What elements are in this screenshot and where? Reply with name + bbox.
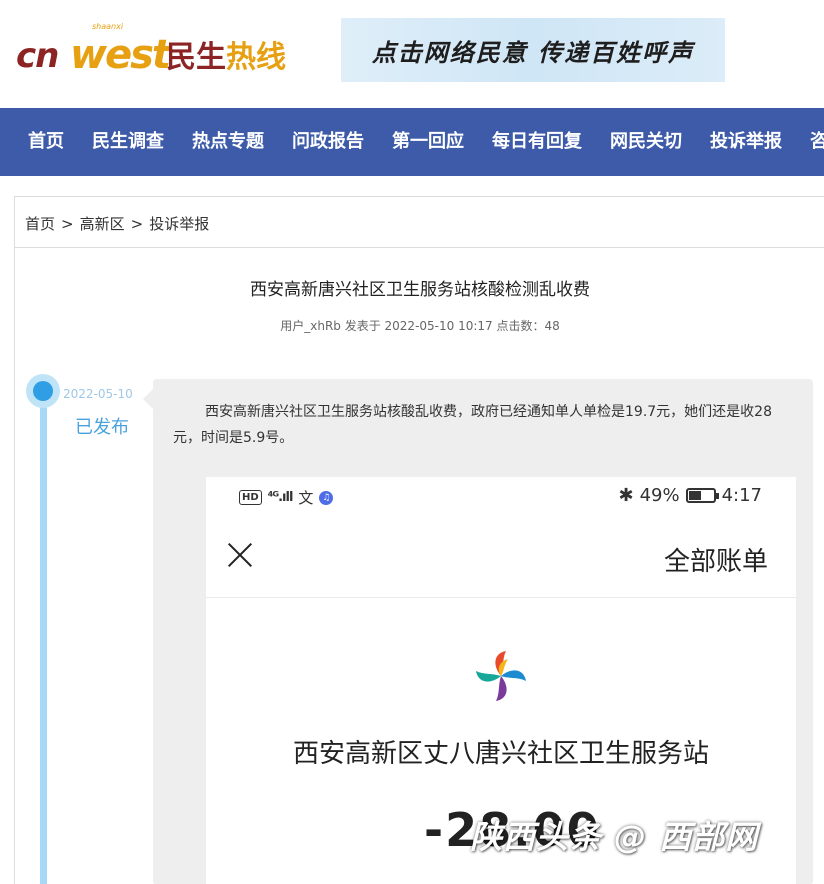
timeline-dot [33, 381, 53, 401]
post-body: 西安高新唐兴社区卫生服务站核酸乱收费，政府已经通知单人单检是19.7元，她们还是… [173, 404, 772, 446]
phone-time: 4:17 [721, 485, 762, 506]
banner-text: 点击网络民意 传递百姓呼声 [371, 37, 695, 67]
logo-west-text: west [70, 32, 171, 78]
battery-icon [685, 488, 719, 503]
article-meta: 用户_xhRb 发表于 2022-05-10 10:17 点击数：48 [280, 319, 560, 333]
divider [15, 247, 824, 248]
breadcrumb-category[interactable]: 投诉举报 [149, 215, 209, 233]
main-nav: 首页 民生调查 热点专题 问政报告 第一回应 每日有回复 网民关切 投诉举报 咨 [0, 108, 824, 176]
content-panel: 首页 > 高新区 > 投诉举报 西安高新唐兴社区卫生服务站核酸检测乱收费 用户_xhRb… [14, 196, 824, 884]
hd-icon: HD [239, 490, 262, 505]
nav-item-home[interactable]: 首页 [28, 108, 64, 176]
nav-item-concerns[interactable]: 网民关切 [610, 108, 682, 176]
battery-percent: 49% [639, 485, 680, 506]
site-logo[interactable]: shaanxi cn west 民生热线 [16, 18, 286, 82]
source-watermark: 陕西头条 @ 西部网 [470, 818, 759, 856]
text-icon: 文 [298, 489, 314, 507]
bluetooth-icon: ✱ [618, 485, 634, 506]
merchant-name: 西安高新区丈八唐兴社区卫生服务站 [292, 739, 709, 769]
nav-item-first-response[interactable]: 第一回应 [392, 108, 464, 176]
bubble-arrow [143, 389, 153, 409]
site-header: shaanxi cn west 民生热线 点击网络民意 传递百姓呼声 [0, 0, 824, 108]
timeline-line [40, 397, 47, 884]
article-title: 西安高新唐兴社区卫生服务站核酸检测乱收费 [250, 280, 590, 300]
breadcrumb-home[interactable]: 首页 [25, 215, 55, 233]
nav-item-consult[interactable]: 咨 [810, 108, 824, 176]
nav-item-complaints[interactable]: 投诉举报 [710, 108, 782, 176]
phone-status-bar: HD ⁴ᴳ.ıll 文 ♫ ✱ 49% 4:17 [206, 477, 796, 519]
logo-name-b: 热线 [226, 40, 286, 75]
breadcrumb: 首页 > 高新区 > 投诉举报 [25, 213, 209, 234]
logo-channel-name: 民生热线 [166, 32, 286, 76]
post-bubble: 西安高新唐兴社区卫生服务站核酸乱收费，政府已经通知单人单检是19.7元，她们还是… [153, 379, 813, 884]
breadcrumb-separator: > [61, 215, 74, 233]
logo-shaanxi-text: shaanxi [92, 22, 124, 31]
logo-name-a: 民生 [166, 40, 226, 75]
timeline-date: 2022-05-10 [63, 387, 133, 401]
nav-item-survey[interactable]: 民生调查 [92, 108, 164, 176]
timeline-status: 已发布 [75, 417, 129, 438]
phone-divider [206, 597, 796, 598]
breadcrumb-separator: > [130, 215, 144, 233]
nav-item-reports[interactable]: 问政报告 [292, 108, 364, 176]
phone-heading: 全部账单 [663, 547, 768, 577]
close-icon [226, 541, 254, 569]
phone-topbar: 全部账单 [206, 519, 796, 597]
music-icon: ♫ [319, 490, 334, 505]
nav-item-hot-topics[interactable]: 热点专题 [192, 108, 264, 176]
breadcrumb-district[interactable]: 高新区 [80, 215, 125, 233]
logo-cn-text: cn [16, 36, 59, 76]
nav-item-daily-reply[interactable]: 每日有回复 [492, 108, 582, 176]
slogan-banner[interactable]: 点击网络民意 传递百姓呼声 [341, 18, 725, 82]
signal-icon: ⁴ᴳ.ıll [267, 490, 294, 505]
merchant-logo-icon [476, 651, 526, 701]
